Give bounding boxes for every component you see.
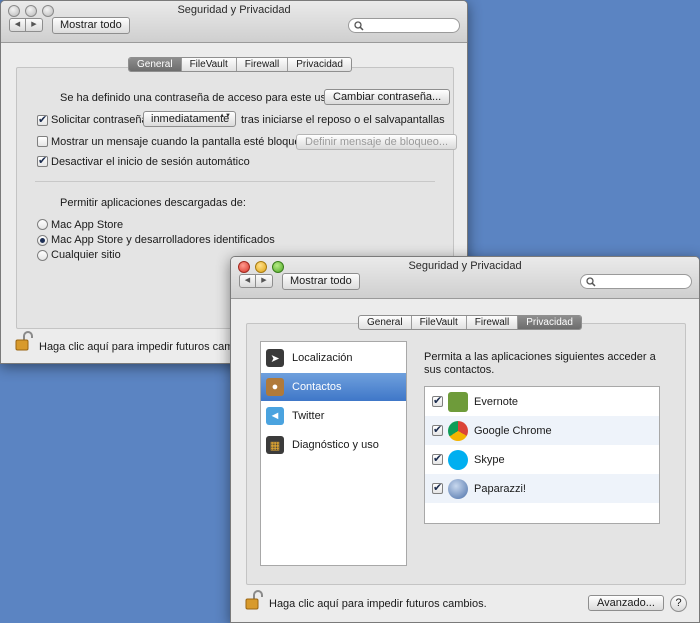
change-password-button[interactable]: Cambiar contraseña... [324,89,451,105]
nav-buttons: ◀ ▶ [9,18,43,32]
sidebar-item-label: Localización [292,352,353,364]
allow-apps-heading: Permitir aplicaciones descargadas de: [60,197,246,209]
lock-text[interactable]: Haga clic aquí para impedir futuros camb… [39,341,257,353]
paparazzi-icon [448,478,468,499]
app-checkbox[interactable] [432,423,443,436]
advanced-button[interactable]: Avanzado... [588,595,664,611]
location-arrow-icon: ➤ [266,349,284,367]
evernote-icon [448,391,468,412]
forward-arrow-icon[interactable]: ▶ [26,18,43,32]
title-bar: Seguridad y Privacidad ◀ ▶ Mostrar todo [231,257,699,299]
back-arrow-icon[interactable]: ◀ [9,18,26,32]
title-bar: Seguridad y Privacidad ◀ ▶ Mostrar todo [1,1,467,43]
sidebar-item-label: Twitter [292,410,325,422]
require-password-label: Solicitar contraseña [51,114,148,126]
lock-text[interactable]: Haga clic aquí para impedir futuros camb… [269,598,487,610]
app-checkbox[interactable] [432,481,443,494]
app-name: Evernote [474,395,519,408]
tab-filevault[interactable]: FileVault [410,316,466,329]
diagnostics-grid-icon: ▦ [266,436,284,454]
radio-anywhere-label: Cualquier sitio [51,249,121,261]
tab-filevault[interactable]: FileVault [180,58,236,71]
radio-identified-developers[interactable] [37,235,48,246]
require-password-select[interactable]: inmediatamente ▲▼ [143,111,236,127]
sidebar-item-diagnostics[interactable]: ▦ Diagnóstico y uso [261,431,406,459]
require-password-checkbox[interactable] [37,113,48,126]
show-all-button[interactable]: Mostrar todo [52,17,130,34]
tab-general[interactable]: General [129,58,181,71]
forward-arrow-icon[interactable]: ▶ [256,274,273,288]
disable-autologin-checkbox[interactable] [37,154,48,167]
app-checkbox[interactable] [432,394,443,407]
help-button[interactable]: ? [670,595,687,612]
radio-identified-developers-label: Mac App Store y desarrolladores identifi… [51,234,275,246]
radio-mac-app-store-label: Mac App Store [51,219,124,231]
list-item[interactable]: Google Chrome [425,416,659,445]
apps-list: Evernote Google Chrome Skype Paparazzi! [424,386,660,524]
app-checkbox[interactable] [432,452,443,465]
search-icon [354,21,364,31]
list-item[interactable]: Skype [425,445,659,474]
radio-mac-app-store[interactable] [37,219,48,230]
show-message-checkbox[interactable] [37,136,48,147]
apps-heading: Permita a las aplicaciones siguientes ac… [424,351,656,376]
radio-anywhere[interactable] [37,250,48,261]
list-item[interactable]: Paparazzi! [425,474,659,503]
sidebar-item-label: Contactos [292,381,342,393]
app-name: Paparazzi! [474,482,526,495]
require-password-suffix: tras iniciarse el reposo o el salvapanta… [241,114,445,126]
tab-firewall[interactable]: Firewall [235,58,287,71]
window-title: Seguridad y Privacidad [177,4,291,16]
skype-icon [448,449,468,470]
chrome-icon [448,420,468,441]
sidebar-item-label: Diagnóstico y uso [292,439,379,451]
password-set-text: Se ha definido una contraseña de acceso … [60,92,351,104]
search-input[interactable] [580,274,692,289]
nav-buttons: ◀ ▶ [239,274,273,288]
show-message-label: Mostrar un mensaje cuando la pantalla es… [51,136,319,148]
lock-open-icon[interactable] [15,331,33,351]
tab-privacy[interactable]: Privacidad [287,58,351,71]
app-name: Google Chrome [474,424,552,437]
contacts-book-icon: ● [266,378,284,396]
tab-general[interactable]: General [359,316,411,329]
sidebar-item-contacts[interactable]: ● Contactos [261,373,406,401]
sidebar-item-location[interactable]: ➤ Localización [261,344,406,372]
tab-bar: General FileVault Firewall Privacidad [358,315,582,330]
divider [35,181,435,182]
show-all-button[interactable]: Mostrar todo [282,273,360,290]
twitter-bird-icon: ◄ [266,407,284,425]
sidebar-item-twitter[interactable]: ◄ Twitter [261,402,406,430]
tab-privacy[interactable]: Privacidad [517,316,581,329]
disable-autologin-label: Desactivar el inicio de sesión automátic… [51,156,250,168]
tab-firewall[interactable]: Firewall [465,316,517,329]
privacy-sidebar: ➤ Localización ● Contactos ◄ Twitter ▦ D… [260,341,407,566]
search-icon [586,277,596,287]
app-name: Skype [474,453,505,466]
back-arrow-icon[interactable]: ◀ [239,274,256,288]
window-title: Seguridad y Privacidad [408,260,522,272]
security-window-privacy: Seguridad y Privacidad ◀ ▶ Mostrar todo … [230,256,700,623]
list-item[interactable]: Evernote [425,387,659,416]
stepper-arrows-icon: ▲▼ [219,113,231,119]
require-password-value: inmediatamente [151,113,230,125]
search-input[interactable] [348,18,460,33]
tab-bar: General FileVault Firewall Privacidad [128,57,352,72]
set-lock-message-button[interactable]: Definir mensaje de bloqueo... [296,134,458,150]
lock-open-icon[interactable] [245,590,263,610]
